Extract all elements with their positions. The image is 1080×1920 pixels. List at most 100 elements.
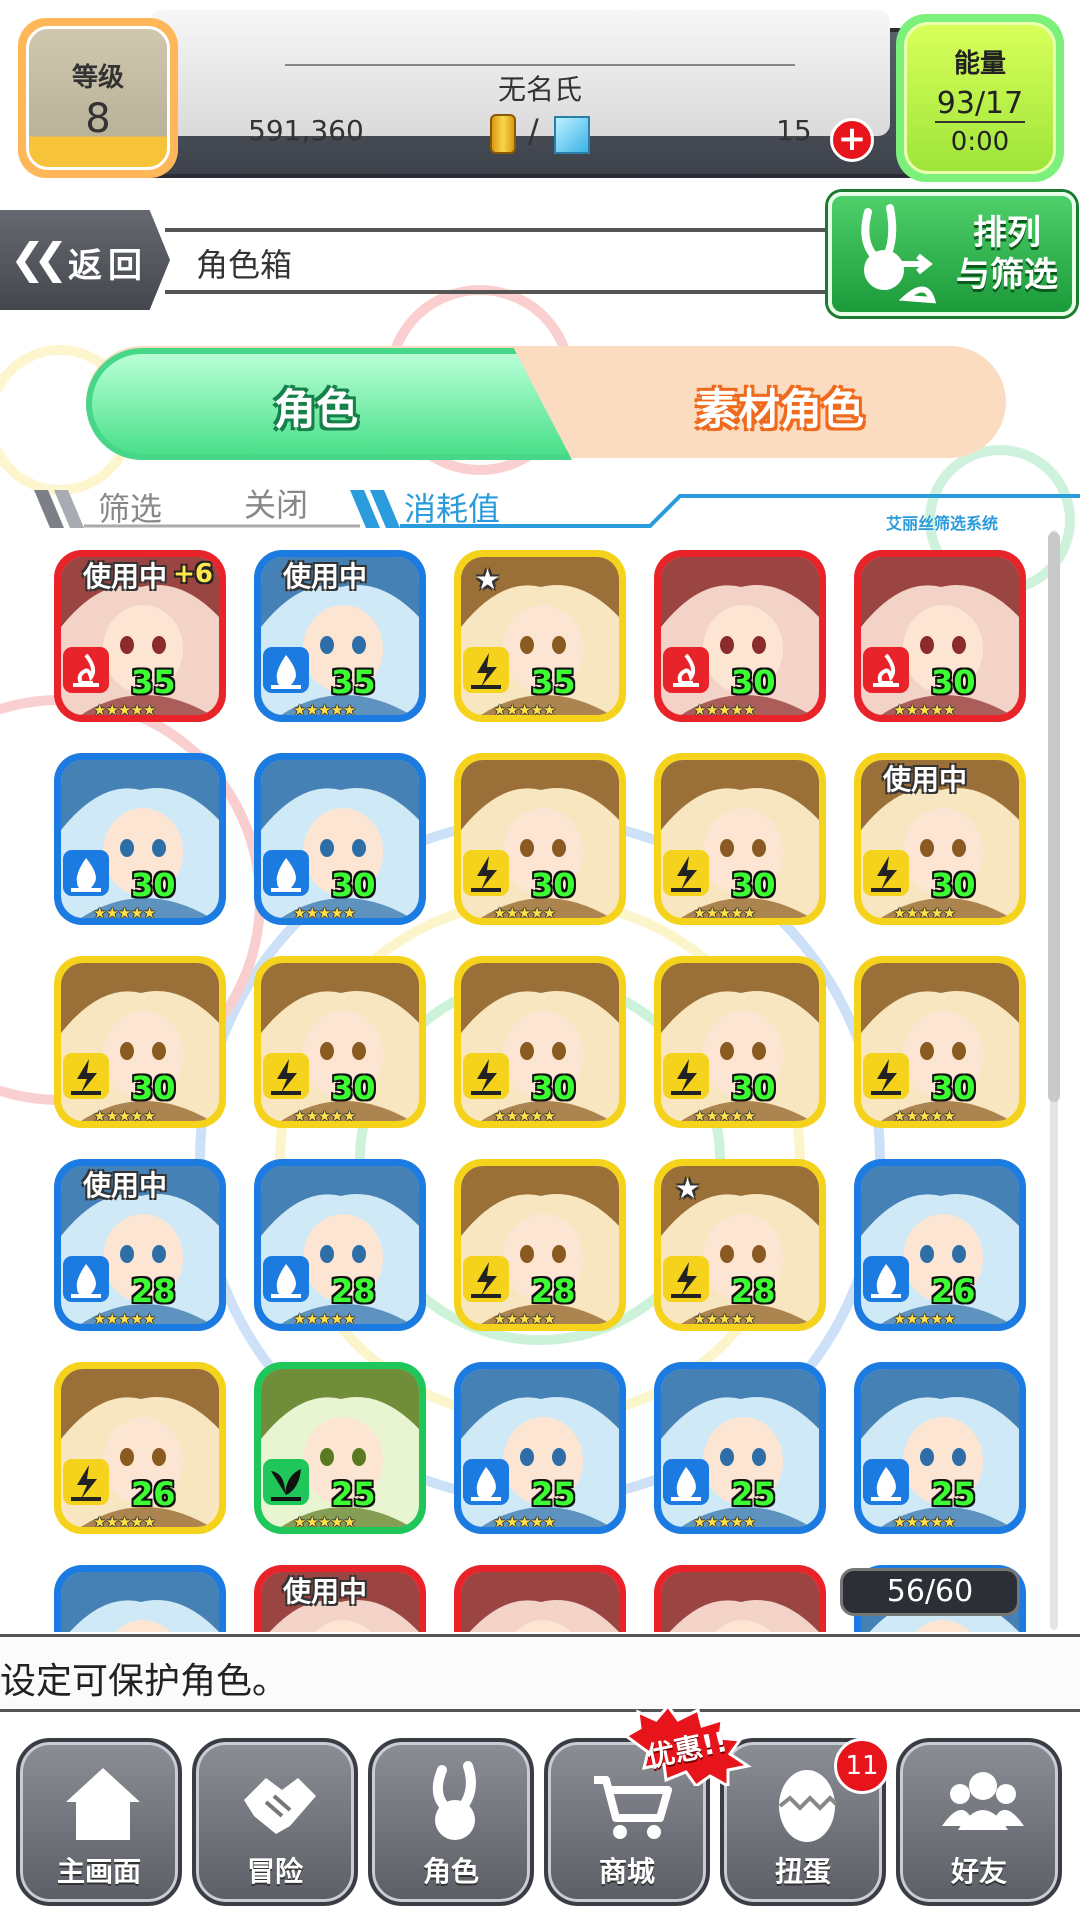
friends-icon <box>942 1772 1024 1830</box>
favorite-star-icon: ★ <box>675 1172 701 1205</box>
character-portrait-frame: 30 ★★★★★ <box>661 760 819 918</box>
character-card[interactable]: 30 ★★★★★ <box>854 956 1026 1128</box>
character-card[interactable]: 30 ★★★★★ <box>654 956 826 1128</box>
character-card[interactable]: 30 ★★★★★ <box>254 753 426 925</box>
character-card[interactable]: 30 ★★★★★ <box>854 550 1026 722</box>
character-portrait-frame: 30 ★★★★★ <box>461 760 619 918</box>
sort-filter-button[interactable]: 排列 与筛选 <box>828 192 1076 316</box>
rarity-stars: ★★★★★ <box>293 904 356 918</box>
character-cost: 25 <box>331 1475 376 1513</box>
character-card[interactable]: 30 ★★★★★ <box>454 956 626 1128</box>
character-portrait-frame: 30 ★★★★★ <box>261 963 419 1121</box>
rabbit-sort-icon <box>861 204 937 304</box>
hint-text: 设定可保护角色。 <box>0 1661 289 1702</box>
character-portrait-frame: 30 ★★★★★ <box>61 963 219 1121</box>
rarity-stars: ★★★★★ <box>93 904 156 918</box>
character-cost: 25 <box>731 1475 776 1513</box>
nav-home-button[interactable]: 主画面 <box>16 1738 182 1906</box>
character-card[interactable]: 30 ★★★★★ <box>254 956 426 1128</box>
rarity-stars: ★★★★★ <box>893 701 956 715</box>
water-element-icon <box>263 647 309 693</box>
gold-icon <box>490 114 516 154</box>
water-element-icon <box>663 1459 709 1505</box>
character-portrait-frame: 28 ★★★★★ 使用中 <box>61 1166 219 1324</box>
rarity-stars: ★★★★★ <box>493 1107 556 1121</box>
rarity-stars: ★★★★★ <box>693 1513 756 1527</box>
character-cost: 30 <box>131 866 176 904</box>
nav-gacha-label: 扭蛋 <box>774 1855 831 1888</box>
nav-friends-button[interactable]: 好友 <box>896 1738 1062 1906</box>
nav-quest-button[interactable]: 冒险 <box>192 1738 358 1906</box>
double-chevron-left-icon: ❮❮ <box>10 234 68 283</box>
character-card[interactable]: 30 ★★★★★ <box>454 753 626 925</box>
character-card[interactable]: ★★★★★ <box>454 1565 626 1632</box>
box-count-badge: 56/60 <box>840 1568 1020 1616</box>
character-portrait-frame: 35 ★★★★★ ★ <box>461 557 619 715</box>
filter-state[interactable]: 关闭 <box>244 480 308 526</box>
gacha-notification-badge: 11 <box>834 1738 890 1794</box>
rabbit-icon <box>432 1761 476 1840</box>
sort-label-line1: 排列 <box>973 213 1041 253</box>
rarity-stars: ★★★★★ <box>293 1107 356 1121</box>
rarity-stars: ★★★★★ <box>693 1107 756 1121</box>
currency-separator: / <box>528 112 539 150</box>
character-card[interactable]: 26 ★★★★★ <box>54 1362 226 1534</box>
character-card[interactable]: 28 ★★★★★ 使用中 <box>54 1159 226 1331</box>
filter-label[interactable]: 筛选 <box>98 484 162 530</box>
scrollbar-thumb[interactable] <box>1048 532 1060 1102</box>
rarity-stars: ★★★★★ <box>493 1310 556 1324</box>
character-card[interactable]: ★★★★★ <box>54 1565 226 1632</box>
character-card[interactable]: 30 ★★★★★ 使用中 <box>854 753 1026 925</box>
character-card[interactable]: 26 ★★★★★ <box>854 1159 1026 1331</box>
sort-key-label[interactable]: 消耗值 <box>404 484 500 530</box>
water-element-icon <box>863 1256 909 1302</box>
add-currency-button[interactable]: + <box>830 118 874 162</box>
back-button[interactable]: ❮❮ 返回 <box>0 210 170 310</box>
character-card[interactable]: 35 ★★★★★ 使用中 +6 <box>54 550 226 722</box>
tab-material-characters[interactable]: 素材角色 <box>600 376 960 437</box>
thunder-element-icon <box>863 850 909 896</box>
plus-value: +6 <box>173 559 213 589</box>
character-card[interactable]: ★★★★★ <box>654 1565 826 1632</box>
character-card[interactable]: 25 ★★★★★ <box>254 1362 426 1534</box>
rarity-stars: ★★★★★ <box>693 904 756 918</box>
character-card[interactable]: 30 ★★★★★ <box>654 753 826 925</box>
character-card[interactable]: ★★★★★使用中 <box>254 1565 426 1632</box>
character-grid: 35 ★★★★★ 使用中 +6 35 ★★★★★ 使用中 35 ★★★★★ ★ 30 ★★★★★ 30 ★… <box>0 550 1040 1632</box>
rarity-stars: ★★★★★ <box>693 701 756 715</box>
character-card[interactable]: 35 ★★★★★ ★ <box>454 550 626 722</box>
character-cost: 26 <box>131 1475 176 1513</box>
character-card[interactable]: 30 ★★★★★ <box>54 956 226 1128</box>
character-portrait-frame: 30 ★★★★★ <box>661 557 819 715</box>
home-icon <box>66 1768 140 1840</box>
character-portrait-frame: 28 ★★★★★ ★ <box>661 1166 819 1324</box>
name-divider <box>285 64 795 66</box>
character-card[interactable]: 30 ★★★★★ <box>654 550 826 722</box>
in-use-label: 使用中 <box>883 763 968 796</box>
rarity-stars: ★★★★★ <box>93 701 156 715</box>
character-card[interactable]: 25 ★★★★★ <box>654 1362 826 1534</box>
character-cost: 30 <box>531 1069 576 1107</box>
gem-count: 15 <box>776 114 812 147</box>
character-cost: 28 <box>131 1272 176 1310</box>
energy-badge[interactable]: 能量 93/17 0:00 <box>896 14 1064 182</box>
character-card[interactable]: 25 ★★★★★ <box>454 1362 626 1534</box>
character-cost: 30 <box>731 1069 776 1107</box>
character-card[interactable]: 30 ★★★★★ <box>54 753 226 925</box>
character-card[interactable]: 35 ★★★★★ 使用中 <box>254 550 426 722</box>
character-cost: 30 <box>931 663 976 701</box>
character-card[interactable]: 28 ★★★★★ <box>454 1159 626 1331</box>
character-card[interactable]: 25 ★★★★★ <box>854 1362 1026 1534</box>
page-title: 角色箱 <box>196 246 293 284</box>
rarity-stars: ★★★★★ <box>893 1107 956 1121</box>
handshake-icon <box>244 1778 316 1834</box>
tab-characters-label[interactable]: 角色 <box>86 376 546 437</box>
character-card[interactable]: 28 ★★★★★ ★ <box>654 1159 826 1331</box>
character-card[interactable]: 28 ★★★★★ <box>254 1159 426 1331</box>
character-cost: 30 <box>531 866 576 904</box>
character-cost: 25 <box>531 1475 576 1513</box>
character-portrait-frame: 25 ★★★★★ <box>261 1369 419 1527</box>
energy-label: 能量 <box>953 49 1006 79</box>
nav-characters-button[interactable]: 角色 <box>368 1738 534 1906</box>
character-portrait-frame: 25 ★★★★★ <box>861 1369 1019 1527</box>
